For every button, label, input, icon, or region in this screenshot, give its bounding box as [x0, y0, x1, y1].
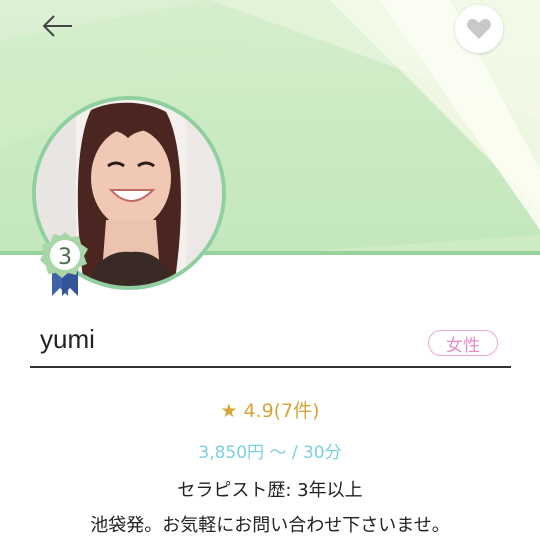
arrow-left-icon	[42, 15, 72, 37]
experience-text: セラピスト歴: 3年以上	[177, 480, 363, 501]
rank-badge: 3	[38, 228, 92, 298]
back-button[interactable]	[38, 10, 78, 42]
favorite-button[interactable]	[455, 5, 503, 53]
therapist-name: yumi	[40, 324, 95, 354]
rank-number: 3	[58, 245, 72, 270]
heart-icon	[467, 18, 491, 39]
profile-message: 池袋発。お気軽にお問い合わせ下さいませ。	[90, 515, 450, 536]
name-divider	[30, 366, 511, 368]
price-text: 3,850円 〜 / 30分	[198, 443, 342, 463]
rating-text[interactable]: ★ 4.9(7件)	[0, 396, 540, 423]
gender-badge: 女性	[428, 330, 498, 356]
rank-ribbon-icon: 3	[40, 232, 88, 296]
